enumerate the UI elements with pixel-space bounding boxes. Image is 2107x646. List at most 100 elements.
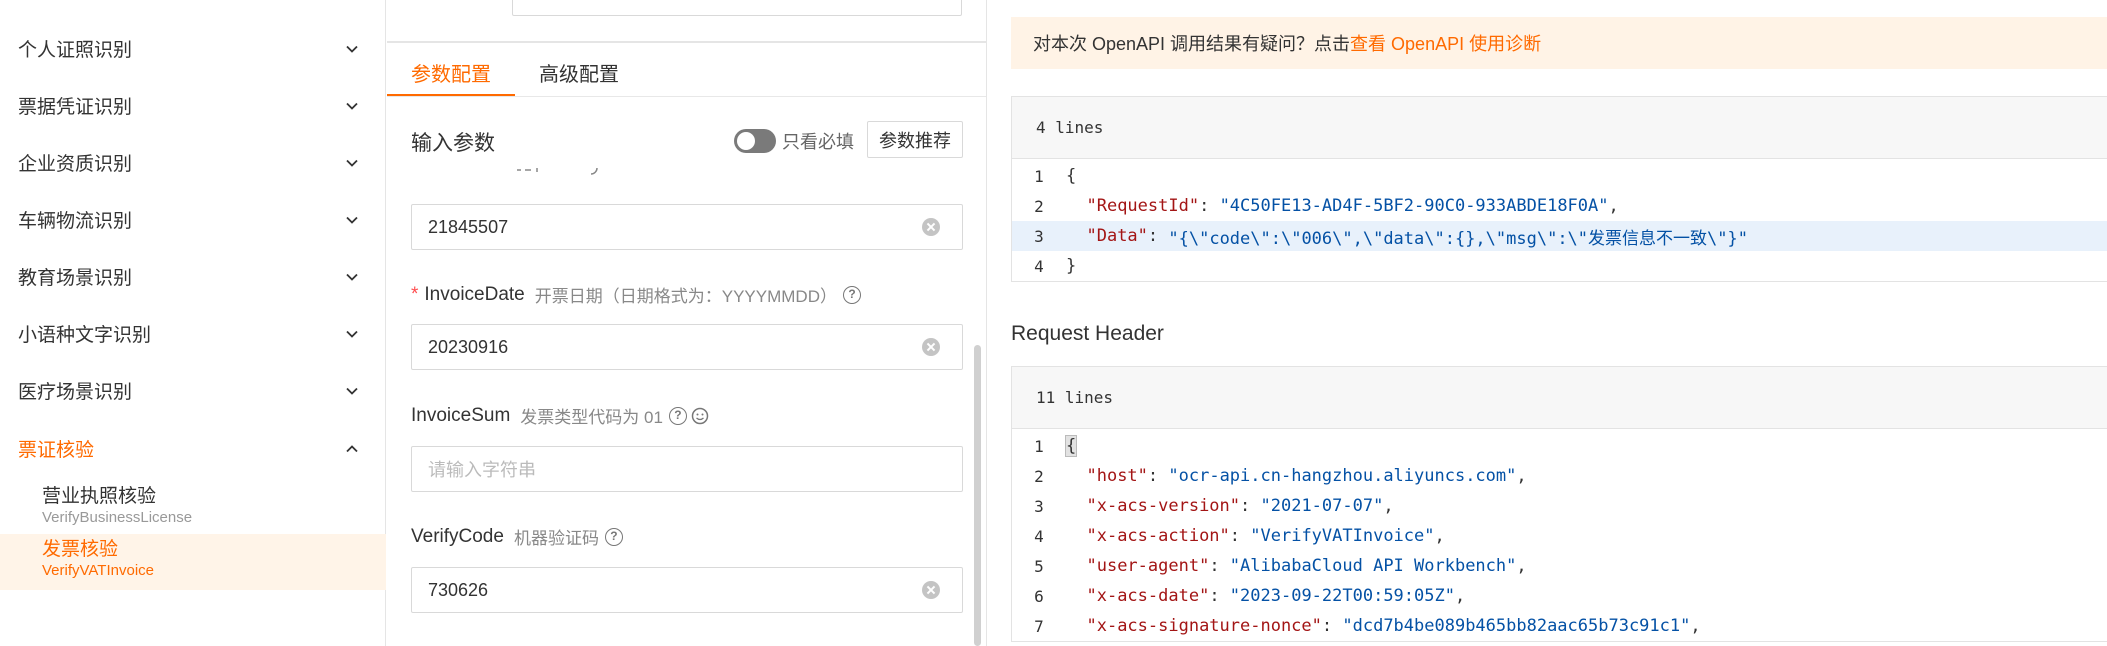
- request-header-title: Request Header: [1011, 322, 1164, 345]
- sidebar-item-receipts[interactable]: 票据凭证识别: [0, 77, 386, 134]
- invoice-date-input[interactable]: 20230916: [411, 324, 963, 370]
- clear-icon[interactable]: [922, 218, 940, 236]
- sidebar-item-label: 票证核验: [18, 440, 95, 461]
- chevron-down-icon: [346, 387, 358, 395]
- code-line: 1 {: [1012, 431, 2107, 461]
- sidebar-subitem-verify-vat-invoice[interactable]: 发票核验 VerifyVATInvoice: [0, 534, 386, 590]
- line-number: 3: [1034, 496, 1044, 516]
- sidebar-item-label: 医疗场景识别: [18, 382, 133, 403]
- sidebar-item-label: 票据凭证识别: [18, 97, 133, 118]
- param-name: InvoiceSum: [411, 404, 511, 426]
- chevron-down-icon: [346, 330, 358, 338]
- invoice-sum-input[interactable]: 请输入字符串: [411, 446, 963, 492]
- chevron-up-icon: [346, 444, 358, 452]
- chevron-down-icon: [346, 216, 358, 224]
- json-comma: ,: [1434, 526, 1445, 546]
- code-body: 1 { 2 "host": "ocr-api.cn-hangzhou.aliyu…: [1012, 429, 2107, 641]
- chevron-down-icon: [346, 273, 358, 281]
- input-value: 21845507: [428, 216, 509, 237]
- diagnosis-link[interactable]: 查看 OpenAPI 使用诊断: [1350, 30, 1541, 56]
- line-number: 2: [1034, 466, 1044, 486]
- sidebar-item-medical[interactable]: 医疗场景识别: [0, 362, 386, 419]
- input-params-title: 输入参数: [411, 132, 495, 155]
- sidebar-item-education[interactable]: 教育场景识别: [0, 248, 386, 305]
- json-value: "{\"code\":\"006\",\"data\":{},\"msg\":\…: [1168, 228, 1748, 249]
- line-number: 7: [1034, 616, 1044, 636]
- config-tabs: 参数配置 高级配置: [387, 50, 647, 97]
- chevron-down-icon: [346, 45, 358, 53]
- param-name: InvoiceDate: [424, 283, 525, 305]
- required-only-toggle[interactable]: [734, 129, 776, 153]
- json-key: "x-acs-date": [1086, 586, 1210, 606]
- code-line: 4 "x-acs-action": "VerifyVATInvoice",: [1012, 521, 2107, 551]
- json-value: "4C50FE13-AD4F-5BF2-90C0-933ABDE18F0A": [1219, 196, 1609, 216]
- json-key: "x-acs-action": [1086, 526, 1230, 546]
- sidebar-item-enterprise[interactable]: 企业资质识别: [0, 134, 386, 191]
- invoice-no-input[interactable]: 21845507: [411, 204, 963, 250]
- param-name: VerifyCode: [411, 525, 504, 547]
- code-body: 1 { 2 "RequestId": "4C50FE13-AD4F-5BF2-9…: [1012, 159, 2107, 281]
- divider: [387, 41, 986, 43]
- json-brace: {: [1066, 166, 1077, 186]
- code-line: 3 "x-acs-version": "2021-07-07",: [1012, 491, 2107, 521]
- code-line: 1 {: [1012, 161, 2107, 191]
- help-icon[interactable]: ?: [842, 285, 861, 304]
- json-comma: ,: [1608, 196, 1619, 216]
- json-comma: ,: [1383, 496, 1394, 516]
- json-key: "x-acs-version": [1086, 496, 1241, 516]
- json-value: "VerifyVATInvoice": [1250, 526, 1435, 546]
- json-key: "user-agent": [1086, 556, 1210, 576]
- sidebar: 个人证照识别 票据凭证识别 企业资质识别 车辆物流识别 教育场景识别 小语种文字…: [0, 0, 386, 646]
- json-value: "dcd7b4be089b465bb82aac65b73c91c1": [1342, 616, 1691, 636]
- sidebar-item-minor-languages[interactable]: 小语种文字识别: [0, 305, 386, 362]
- tab-advanced-config[interactable]: 高级配置: [539, 50, 619, 96]
- clear-icon[interactable]: [922, 581, 940, 599]
- sidebar-subitem-verify-business-license[interactable]: 营业执照核验 VerifyBusinessLicense: [0, 481, 386, 537]
- sidebar-item-label: 教育场景识别: [18, 268, 133, 289]
- sidebar-item-label: 个人证照识别: [18, 40, 133, 61]
- verify-code-label: VerifyCode 机器验证码 ?: [411, 524, 623, 549]
- line-number: 1: [1034, 166, 1044, 186]
- input-value: 730626: [428, 579, 489, 600]
- json-comma: ,: [1516, 556, 1527, 576]
- input-placeholder: 请输入字符串: [428, 460, 536, 480]
- panel-scrollbar[interactable]: [974, 345, 981, 646]
- json-comma: ,: [1454, 586, 1466, 606]
- help-icon[interactable]: ?: [668, 406, 687, 425]
- json-value: "ocr-api.cn-hangzhou.aliyuncs.com": [1168, 466, 1517, 486]
- json-value: "2023-09-22T00:59:05Z": [1229, 586, 1455, 606]
- code-line: 2 "host": "ocr-api.cn-hangzhou.aliyuncs.…: [1012, 461, 2107, 491]
- sidebar-item-label: 车辆物流识别: [18, 211, 133, 232]
- code-line: 2 "RequestId": "4C50FE13-AD4F-5BF2-90C0-…: [1012, 191, 2107, 221]
- sidebar-item-label: 小语种文字识别: [18, 325, 152, 346]
- param-description: 开票日期（日期格式为：YYYYMMDD）: [534, 287, 837, 306]
- code-line: 4 }: [1012, 251, 2107, 281]
- sidebar-item-vehicle[interactable]: 车辆物流识别: [0, 191, 386, 248]
- code-line: 5 "user-agent": "AlibabaCloud API Workbe…: [1012, 551, 2107, 581]
- notice-text: 对本次 OpenAPI 调用结果有疑问？点击: [1033, 34, 1351, 54]
- verify-code-input[interactable]: 730626: [411, 567, 963, 613]
- parameter-panel: 参数配置 高级配置 输入参数 只看必填 参数推荐 21845507 * Invo…: [387, 0, 987, 646]
- tab-parameter-config[interactable]: 参数配置: [387, 50, 515, 97]
- invoice-sum-label: InvoiceSum 发票类型代码为 01 ?: [411, 403, 709, 428]
- json-key: "Data": [1086, 226, 1148, 246]
- sidebar-item-verification[interactable]: 票证核验: [0, 420, 386, 477]
- tabs-underline: [387, 96, 986, 97]
- code-line: 6 "x-acs-date": "2023-09-22T00:59:05Z",: [1012, 581, 2107, 611]
- param-recommend-button[interactable]: 参数推荐: [867, 121, 963, 158]
- line-number: 5: [1034, 556, 1044, 576]
- json-value: "AlibabaCloud API Workbench": [1229, 556, 1517, 576]
- result-panel: 对本次 OpenAPI 调用结果有疑问？点击 查看 OpenAPI 使用诊断 4…: [988, 0, 2107, 646]
- sidebar-item-personal-id[interactable]: 个人证照识别: [0, 20, 386, 77]
- line-number: 1: [1034, 436, 1044, 456]
- cut-off-input[interactable]: [512, 0, 962, 16]
- json-comma: ,: [1516, 466, 1527, 486]
- clear-icon[interactable]: [922, 338, 940, 356]
- help-icon[interactable]: ?: [604, 527, 623, 546]
- feedback-smile-icon[interactable]: [691, 407, 709, 425]
- required-only-label: 只看必填: [782, 132, 854, 152]
- diagnosis-notice: 对本次 OpenAPI 调用结果有疑问？点击 查看 OpenAPI 使用诊断: [1011, 17, 2107, 69]
- response-code-block: 4 lines 1 { 2 "RequestId": "4C50FE13-AD4…: [1011, 96, 2107, 282]
- json-value: "2021-07-07": [1260, 496, 1384, 516]
- line-count: 11 lines: [1012, 367, 2107, 429]
